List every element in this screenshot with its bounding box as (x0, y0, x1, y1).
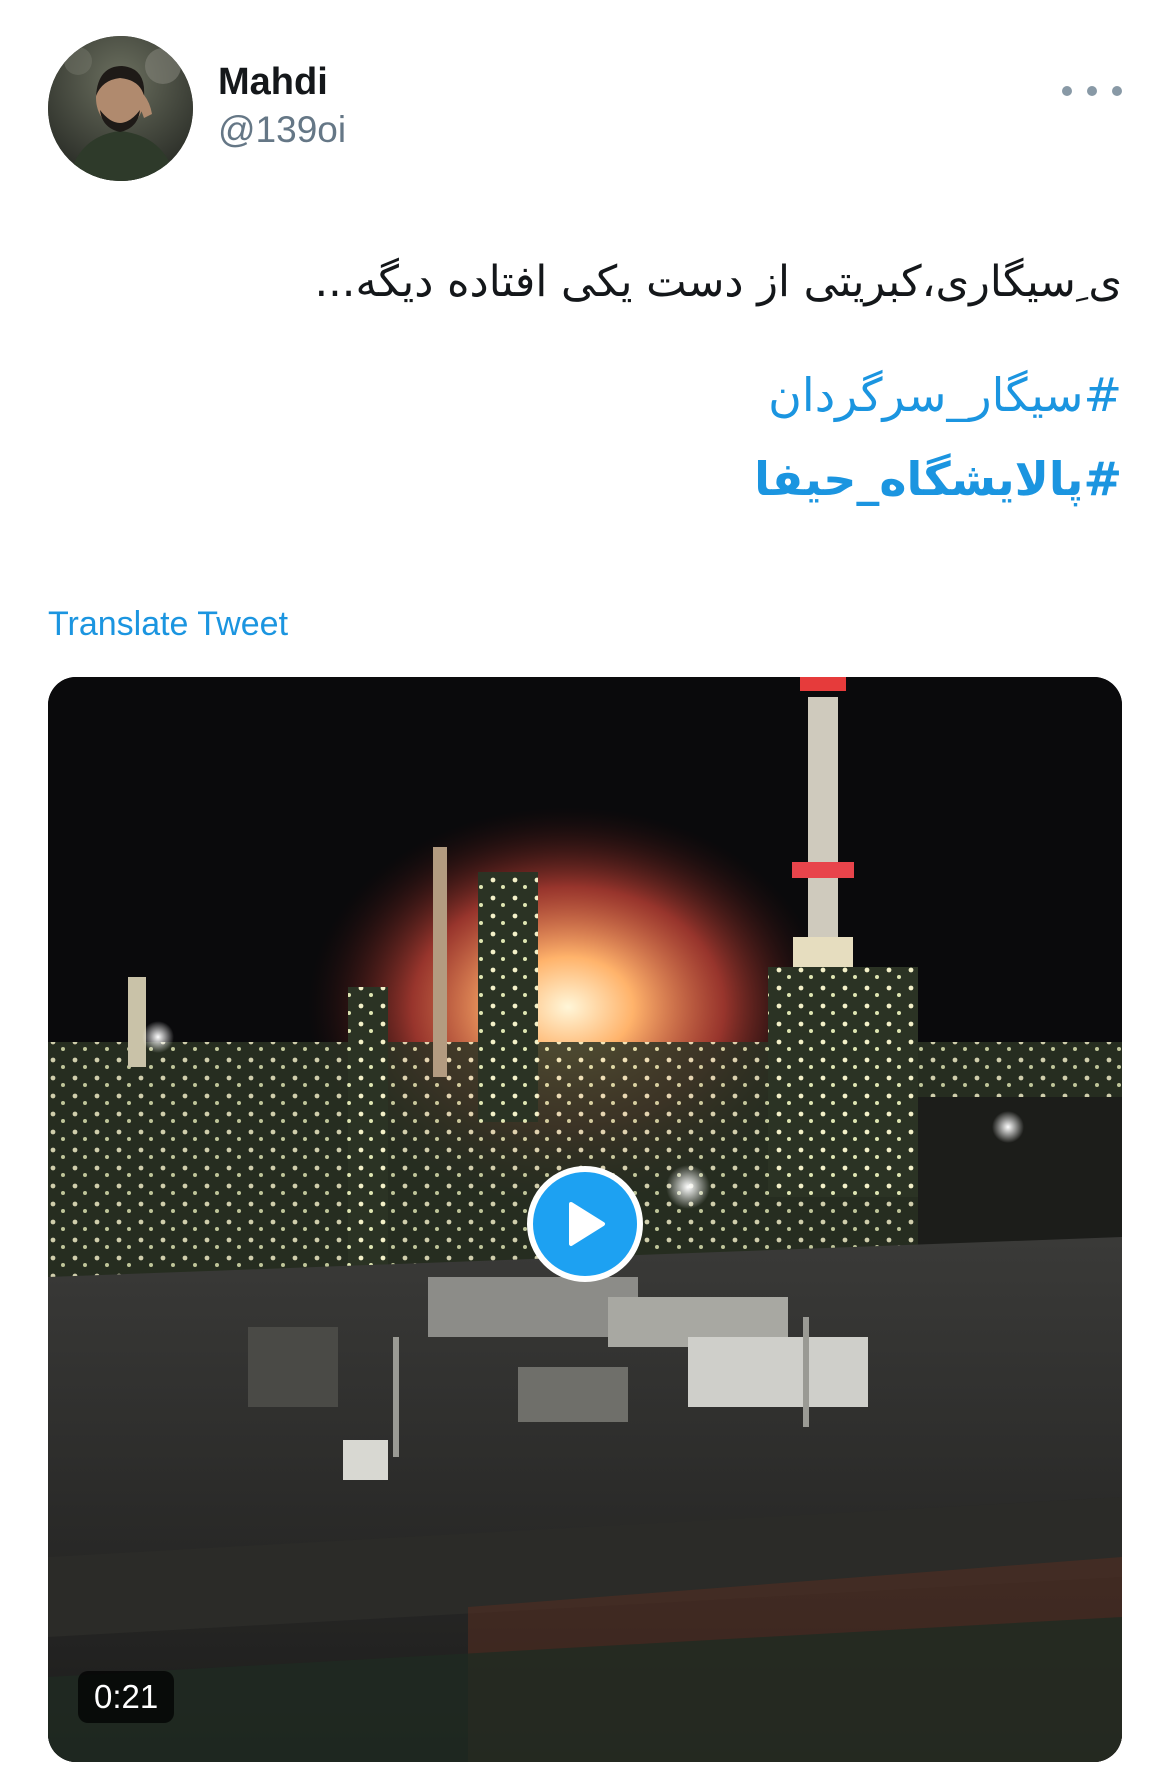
play-button[interactable] (527, 1166, 643, 1282)
avatar[interactable] (48, 36, 193, 181)
translate-tweet-link[interactable]: Translate Tweet (48, 605, 288, 644)
play-icon (569, 1202, 605, 1246)
author-names: Mahdi @139oi (218, 60, 346, 152)
video-duration-badge: 0:21 (78, 1671, 175, 1723)
tweet-text: ی ِسیگاری،کبریتی از دست یکی افتاده دیگه.… (314, 257, 1122, 307)
video-player[interactable]: 0:21 (48, 677, 1122, 1762)
hashtag-link[interactable]: #پالایشگاه_حیفا (754, 452, 1122, 506)
ellipsis-horizontal-icon[interactable] (1062, 76, 1122, 106)
display-name[interactable]: Mahdi (218, 60, 346, 104)
tweet-header: Mahdi @139oi (48, 36, 1122, 181)
handle[interactable]: @139oi (218, 108, 346, 152)
hashtag-link[interactable]: #سیگار_سرگردان (768, 368, 1122, 422)
